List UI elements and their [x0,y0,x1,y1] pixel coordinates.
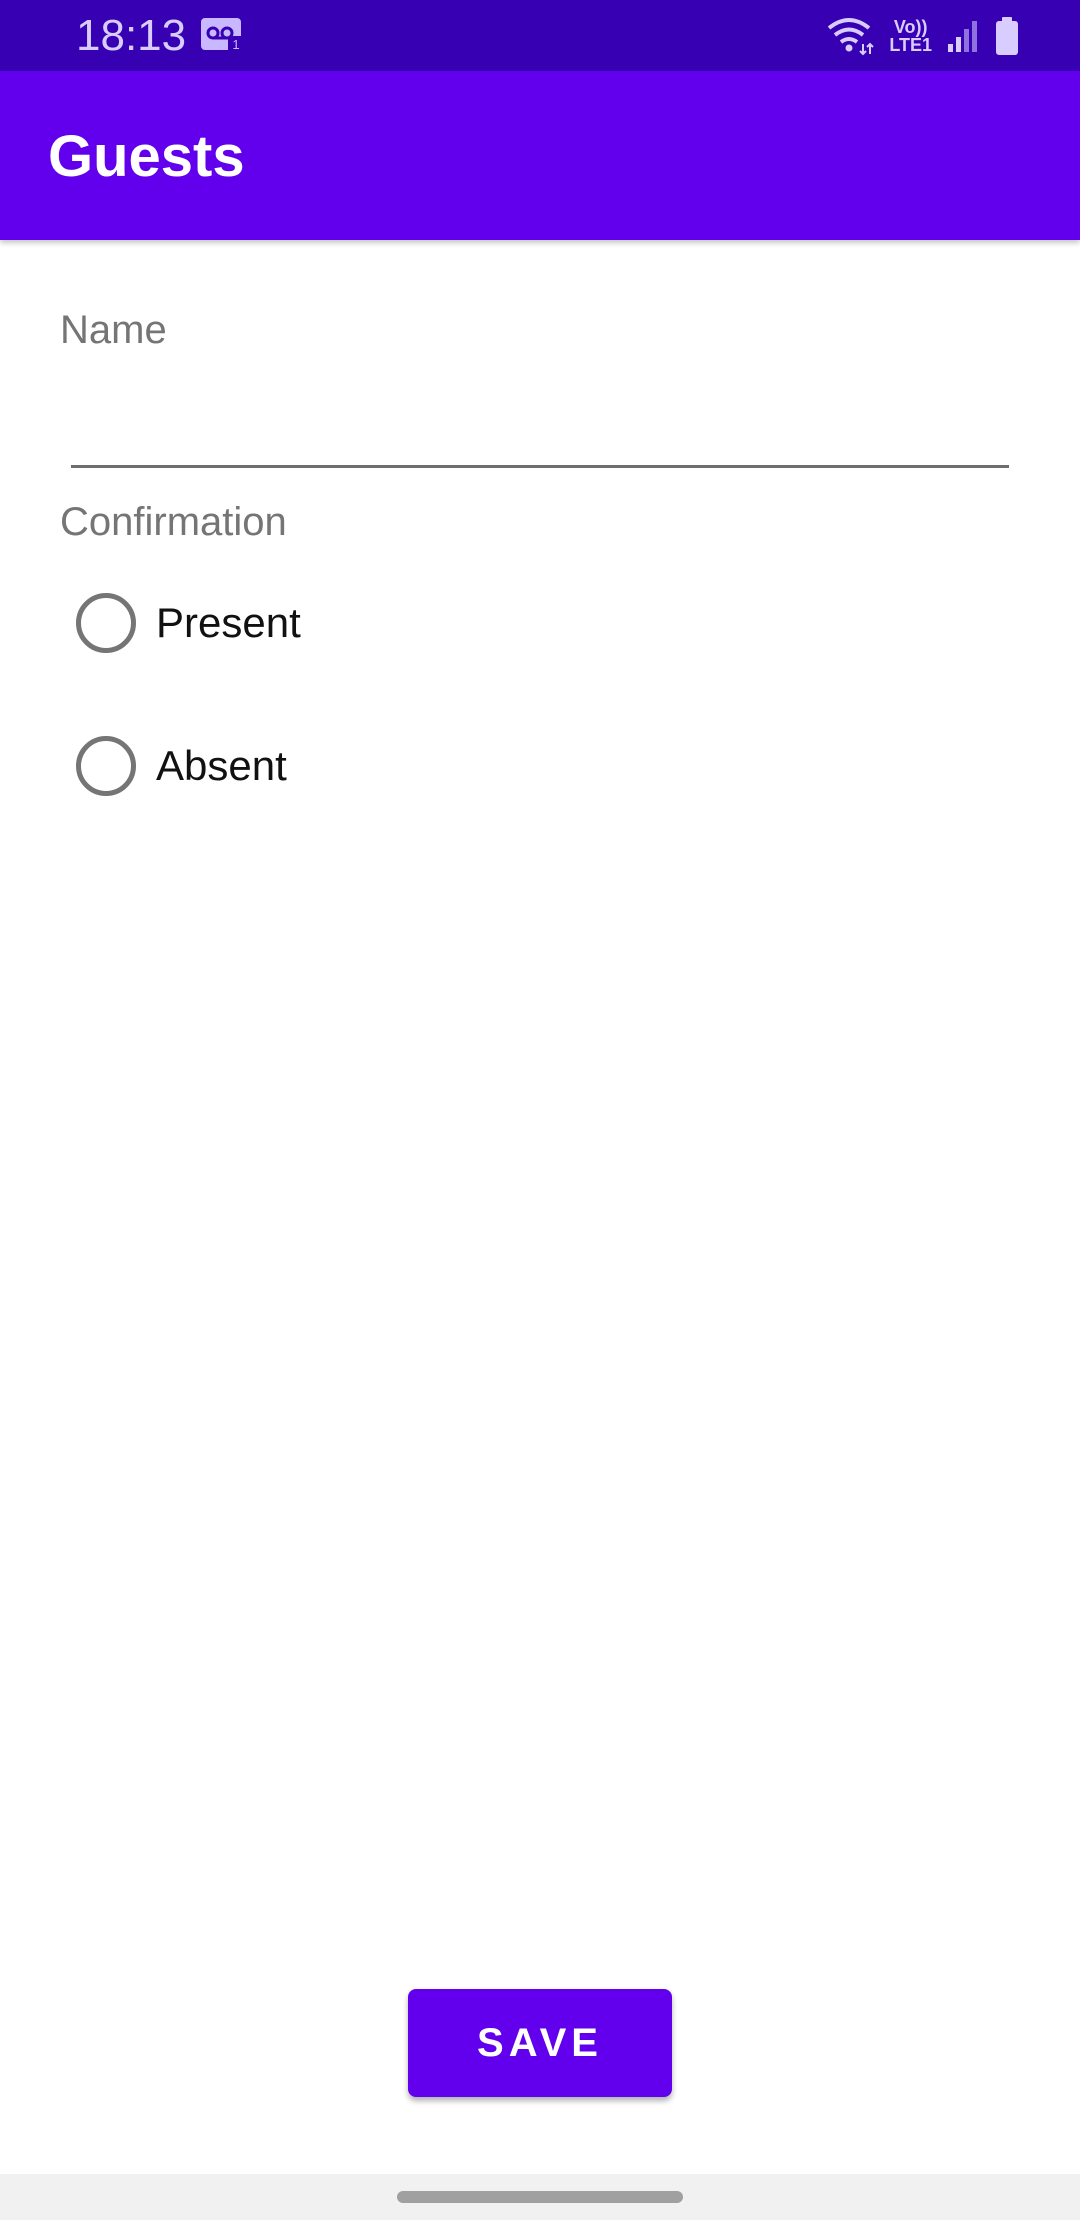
home-gesture-handle[interactable] [397,2191,683,2203]
radio-button-icon[interactable] [76,593,136,653]
status-icons: Vo)) LTE1 [825,12,1020,60]
radio-label-absent: Absent [156,742,287,789]
wifi-icon [828,18,875,56]
navigation-bar [0,2174,1080,2220]
app-bar: Guests [0,71,1080,240]
svg-text:1: 1 [232,37,239,52]
signal-icon [948,21,977,52]
status-bar: 18:13 1 Vo)) LTE1 [0,0,1080,71]
radio-option-present[interactable]: Present [76,588,301,658]
radio-label-present: Present [156,599,301,646]
lte-icon: Vo)) LTE1 [889,17,932,55]
radio-option-absent[interactable]: Absent [76,731,287,801]
save-button[interactable]: SAVE [408,1989,672,2097]
confirmation-label: Confirmation [60,500,287,544]
battery-icon [996,17,1018,55]
voicemail-icon: 1 [201,18,244,52]
radio-button-icon[interactable] [76,736,136,796]
page-title: Guests [48,124,245,189]
name-input[interactable] [71,360,1009,468]
status-time: 18:13 [76,11,187,60]
name-label: Name [60,308,167,352]
